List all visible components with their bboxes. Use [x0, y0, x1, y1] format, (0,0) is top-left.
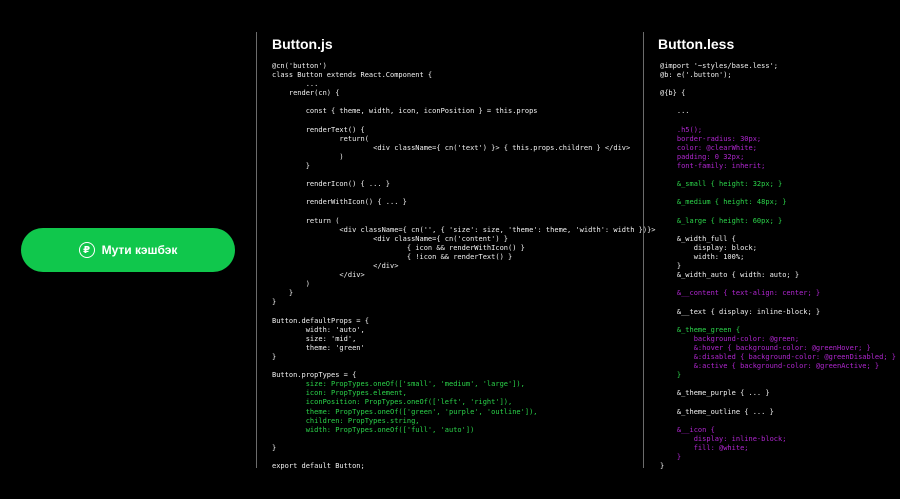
code-line: padding: 0 32px; [660, 152, 745, 161]
code-line: } [272, 443, 277, 452]
less-panel-divider [643, 32, 644, 468]
code-line: &_theme_green { [660, 325, 741, 334]
code-line: &_theme_purple { ... } [660, 389, 770, 398]
code-line: &__icon { [660, 425, 715, 434]
code-line: } [660, 453, 682, 462]
code-line: &_large { height: 60px; } [660, 216, 783, 225]
code-line: render(cn) { [272, 89, 340, 98]
code-line: renderWithIcon() { ... } [272, 198, 407, 207]
code-line: &_theme_outline { ... } [660, 407, 774, 416]
code-line: display: block; [660, 243, 757, 252]
code-line: .h5(); [660, 125, 703, 134]
code-line: border-radius: 30px; [660, 134, 762, 143]
code-line: width: PropTypes.oneOf(['full', 'auto']) [272, 425, 475, 434]
code-line: { icon && renderWithIcon() } [272, 243, 525, 252]
code-line: background-color: @green; [660, 334, 800, 343]
code-line: export default Button; [272, 462, 365, 471]
code-line: &_small { height: 32px; } [660, 180, 783, 189]
code-line: color: @clearWhite; [660, 143, 757, 152]
code-line: ... [272, 80, 319, 89]
code-line: } [660, 371, 682, 380]
code-line: </div> [272, 271, 365, 280]
code-line: &_medium { height: 48px; } [660, 198, 787, 207]
code-line: &_width_full { [660, 234, 736, 243]
code-line: &:disabled { background-color: @greenDis… [660, 353, 897, 361]
js-panel-divider [256, 32, 257, 468]
code-line: } [660, 462, 665, 471]
code-line: return ( [272, 216, 340, 225]
code-line: width: 'auto', [272, 325, 365, 334]
code-line: theme: 'green' [272, 343, 365, 352]
code-line: ) [272, 280, 310, 289]
code-line: &__text { display: inline-block; } [660, 307, 821, 316]
code-line: } [272, 162, 310, 171]
code-line: ) [272, 152, 344, 161]
code-line: children: PropTypes.string, [272, 416, 420, 425]
code-line: renderText() { [272, 125, 365, 134]
code-line: @b: e('.button'); [660, 71, 732, 80]
ruble-icon: ₽ [78, 242, 95, 258]
code-line: &:active { background-color: @greenActiv… [660, 362, 880, 371]
code-line: Button.propTypes = { [272, 371, 357, 380]
cashback-button-label: Мути кэшбэк [101, 243, 178, 257]
code-line: { !icon && renderText() } [272, 252, 513, 261]
code-line: icon: PropTypes.element, [272, 389, 407, 398]
code-line: const { theme, width, icon, iconPosition… [272, 107, 538, 116]
code-line: theme: PropTypes.oneOf(['green', 'purple… [272, 407, 538, 416]
code-line: return( [272, 134, 369, 143]
code-line: class Button extends React.Component { [272, 71, 433, 80]
code-line: <div className={ cn('', { 'size': size, … [272, 225, 656, 234]
code-line: @{b} { [660, 89, 686, 98]
code-line: width: 100%; [660, 252, 745, 261]
code-line: ... [660, 107, 690, 116]
code-line: renderIcon() { ... } [272, 180, 391, 189]
code-line: font-family: inherit; [660, 162, 766, 171]
code-line: <div className={ cn('content') } [272, 234, 509, 243]
cashback-button[interactable]: ₽ Мути кэшбэк [21, 228, 235, 272]
code-line: fill: @white; [660, 443, 749, 452]
code-line: <div className={ cn('text') }> { this.pr… [272, 143, 631, 152]
code-line: &_width_auto { width: auto; } [660, 271, 800, 280]
code-line: } [272, 353, 277, 361]
code-line: @import '~styles/base.less'; [660, 62, 779, 70]
code-line: } [272, 298, 277, 307]
code-line: &:hover { background-color: @greenHover;… [660, 343, 871, 352]
code-line: size: PropTypes.oneOf(['small', 'medium'… [272, 380, 525, 389]
js-code-block: @cn('button') class Button extends React.… [272, 62, 656, 471]
code-line: @cn('button') [272, 62, 327, 70]
code-line: &__content { text-align: center; } [660, 289, 821, 298]
code-line: } [272, 289, 294, 298]
code-line: Button.defaultProps = { [272, 316, 369, 325]
code-line: iconPosition: PropTypes.oneOf(['left', '… [272, 398, 513, 407]
code-line: size: 'mid', [272, 334, 357, 343]
code-line: </div> [272, 262, 399, 271]
js-panel-title: Button.js [272, 36, 333, 52]
code-line: } [660, 262, 682, 271]
less-code-block: @import '~styles/base.less'; @b: e('.butt… [660, 62, 896, 471]
code-line: display: inline-block; [660, 434, 787, 443]
less-panel-title: Button.less [658, 36, 735, 52]
